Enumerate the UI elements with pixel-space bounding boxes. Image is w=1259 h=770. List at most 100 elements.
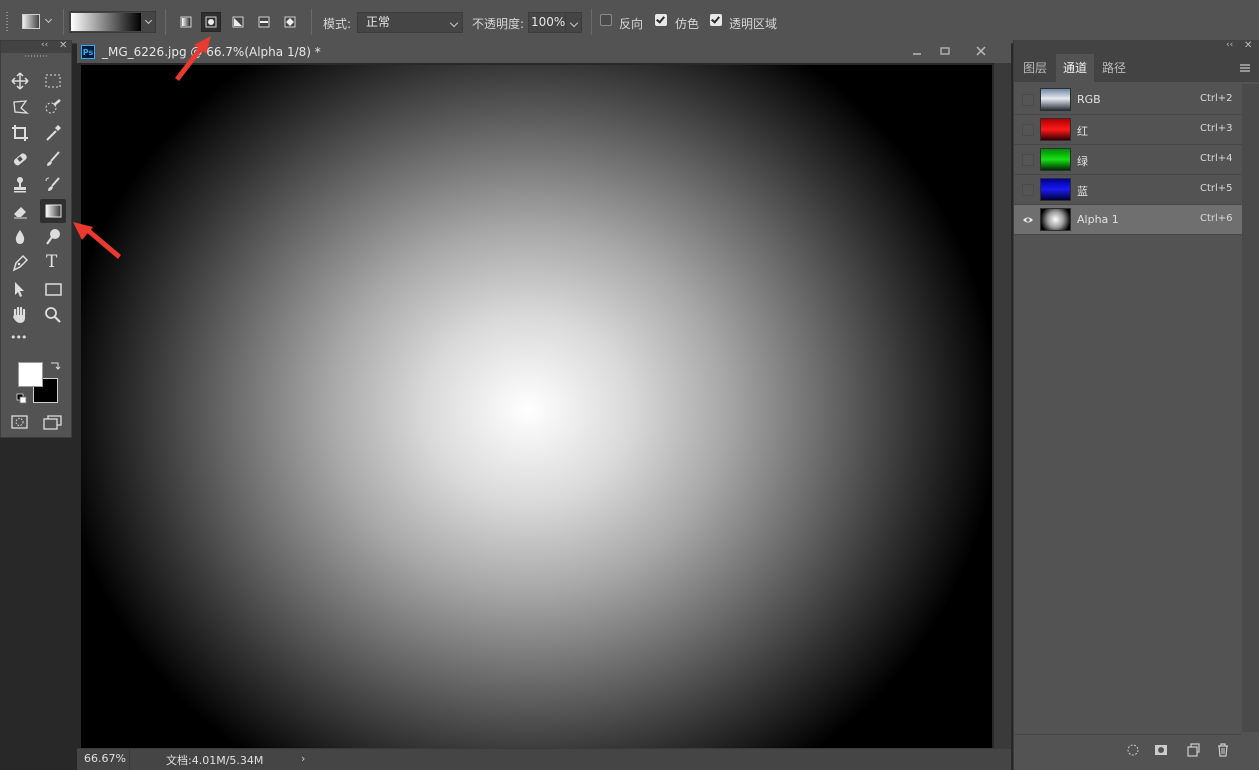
brush-tool[interactable] [40,147,66,171]
chevron-down-icon [144,16,153,25]
rectangle-tool[interactable] [40,277,66,301]
quick-select-tool-icon [45,99,61,114]
healing-brush-tool[interactable] [7,147,33,171]
visibility-toggle[interactable] [1022,124,1034,136]
type-tool[interactable]: T [40,251,66,275]
channel-row-blue[interactable]: 蓝 Ctrl+5 [1014,175,1242,205]
gradient-picker[interactable] [69,11,156,33]
delete-channel-icon[interactable] [1216,743,1230,757]
quick-mask-button[interactable] [10,413,30,431]
vertical-scrollbar[interactable] [994,63,1011,748]
toolbox-header[interactable]: ‹‹ ✕ [1,40,71,53]
crop-tool-icon [12,125,28,141]
toolbox-grip[interactable] [25,55,47,57]
collapse-icon[interactable]: ‹‹ [1226,40,1233,50]
document-tab[interactable]: Ps _MG_6226.jpg @ 66.7%(Alpha 1/8) * [77,41,321,63]
lasso-tool-icon [13,100,29,114]
crop-tool[interactable] [7,121,33,145]
panel-menu-icon[interactable] [1239,62,1251,74]
tab-layers[interactable]: 图层 [1014,54,1056,82]
channel-thumbnail [1040,208,1071,231]
channel-row-red[interactable]: 红 Ctrl+3 [1014,115,1242,145]
eraser-tool-icon [14,207,27,219]
maximize-icon[interactable] [939,45,951,57]
close-icon[interactable]: ✕ [59,40,67,51]
close-icon[interactable] [975,45,987,57]
channel-thumbnail [1040,148,1071,171]
foreground-color-swatch[interactable] [18,362,43,387]
image-canvas[interactable] [81,65,992,748]
visibility-toggle[interactable] [1022,94,1034,106]
eye-icon[interactable] [1022,214,1034,226]
eyedropper-tool-icon [46,125,61,141]
history-brush-tool[interactable] [40,173,66,197]
linear-gradient-button[interactable] [176,12,196,32]
transparency-checkbox[interactable] [710,14,722,26]
chevron-down-icon [569,18,579,28]
reflected-gradient-button[interactable] [254,12,274,32]
channel-row-green[interactable]: 绿 Ctrl+4 [1014,145,1242,175]
screen-mode-button[interactable] [42,413,64,431]
switch-colors-icon[interactable] [49,359,61,371]
zoom-level[interactable]: 66.67% [84,752,126,765]
collapse-icon[interactable]: ‹‹ [41,40,48,50]
chevron-right-icon[interactable]: › [301,752,305,765]
gradient-tool[interactable] [40,199,66,223]
channels-scrollbar[interactable] [1242,84,1259,732]
path-select-tool[interactable] [7,277,33,301]
options-grip[interactable] [6,12,8,32]
tab-paths[interactable]: 路径 [1094,54,1134,82]
tool-preset-picker[interactable] [20,12,56,32]
lasso-tool[interactable] [7,95,33,119]
healing-brush-tool-icon [13,153,27,166]
hand-tool[interactable] [7,303,33,327]
gradient-tool-icon [22,14,40,29]
reverse-checkbox[interactable] [600,14,612,26]
default-colors-icon[interactable] [16,393,28,405]
radial-gradient-button[interactable] [201,12,221,32]
path-select-tool-icon [15,282,24,297]
new-channel-icon[interactable] [1186,743,1200,757]
marquee-tool[interactable] [40,69,66,93]
opacity-label: 不透明度: [472,17,525,31]
dodge-tool[interactable] [40,225,66,249]
eyedropper-tool[interactable] [40,121,66,145]
dither-checkbox[interactable] [655,14,667,26]
toolbox: ‹‹ ✕ T ••• [0,40,72,438]
visibility-toggle[interactable] [1022,154,1034,166]
channel-shortcut: Ctrl+6 [1200,213,1233,224]
quick-select-tool[interactable] [40,95,66,119]
pen-tool[interactable] [7,251,33,275]
channel-row-rgb[interactable]: RGB Ctrl+2 [1014,85,1242,115]
dodge-tool-icon [46,229,60,245]
dither-label: 仿色 [675,17,700,31]
opacity-dropdown-button[interactable] [565,13,581,32]
move-tool-icon [11,72,29,90]
angle-gradient-button[interactable] [228,12,248,32]
eraser-tool[interactable] [7,199,33,223]
diamond-gradient-icon [284,16,296,28]
blur-tool[interactable] [7,225,33,249]
move-tool[interactable] [7,69,33,93]
mode-label: 模式: [323,17,352,31]
channel-row-alpha-1[interactable]: Alpha 1 Ctrl+6 [1014,205,1242,235]
diamond-gradient-button[interactable] [280,12,300,32]
panel-header[interactable]: ‹‹ ✕ [1014,40,1259,54]
opacity-field[interactable]: 100% [528,12,582,33]
clone-stamp-tool[interactable] [7,173,33,197]
tab-channels[interactable]: 通道 [1056,54,1094,82]
channel-name: RGB [1077,93,1101,106]
channel-name: 绿 [1077,155,1088,168]
save-selection-icon[interactable] [1154,743,1168,757]
more-tools-button[interactable]: ••• [7,329,33,353]
zoom-tool[interactable] [40,303,66,327]
load-selection-icon[interactable] [1126,743,1140,757]
mode-select[interactable]: 正常 [357,12,463,33]
visibility-toggle[interactable] [1022,184,1034,196]
more-tools-icon: ••• [10,331,27,344]
chevron-down-icon [44,15,53,24]
pen-tool-icon [12,254,29,272]
channel-name: 红 [1077,125,1088,138]
minimize-icon[interactable] [911,45,923,57]
close-icon[interactable]: ✕ [1244,40,1252,51]
